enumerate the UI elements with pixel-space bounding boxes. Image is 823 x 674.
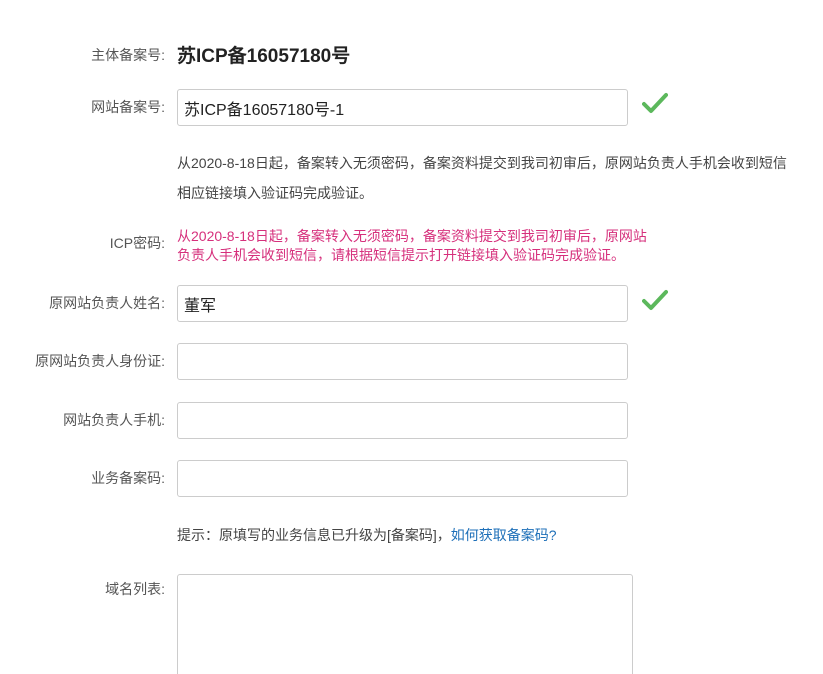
domain-list-textarea[interactable] <box>177 574 633 674</box>
owner-id-label: 原网站负责人身份证: <box>35 353 165 369</box>
check-icon <box>642 290 668 310</box>
owner-id-input[interactable] <box>177 343 628 380</box>
entity-filing-value: 苏ICP备16057180号 <box>177 46 351 67</box>
business-code-hint: 提示：原填写的业务信息已升级为[备案码]，如何获取备案码? <box>177 526 557 544</box>
business-code-hint-text: 提示：原填写的业务信息已升级为[备案码]， <box>177 527 451 543</box>
icp-password-message: 从2020-8-18日起，备案转入无须密码，备案资料提交到我司初审后，原网站 负… <box>177 227 647 265</box>
site-filing-notice-line2: 相应链接填入验证码完成验证。 <box>177 185 373 201</box>
domain-list-label: 域名列表: <box>105 581 165 597</box>
entity-filing-label: 主体备案号: <box>91 47 165 63</box>
site-filing-input[interactable] <box>177 89 628 126</box>
business-code-input[interactable] <box>177 460 628 497</box>
owner-name-input[interactable] <box>177 285 628 322</box>
business-code-label: 业务备案码: <box>91 470 165 486</box>
how-to-get-code-link[interactable]: 如何获取备案码? <box>451 527 557 543</box>
icp-password-label: ICP密码: <box>109 235 165 251</box>
owner-phone-input[interactable] <box>177 402 628 439</box>
site-filing-notice-line1: 从2020-8-18日起，备案转入无须密码，备案资料提交到我司初审后，原网站负责… <box>177 155 787 171</box>
filing-transfer-form: 主体备案号: 苏ICP备16057180号 网站备案号: 从2020-8-18日… <box>0 0 823 674</box>
owner-phone-label: 网站负责人手机: <box>63 412 165 428</box>
owner-name-label: 原网站负责人姓名: <box>49 295 165 311</box>
icp-password-message-line2: 负责人手机会收到短信，请根据短信提示打开链接填入验证码完成验证。 <box>177 247 625 263</box>
check-icon <box>642 93 668 113</box>
site-filing-label: 网站备案号: <box>91 99 165 115</box>
icp-password-message-line1: 从2020-8-18日起，备案转入无须密码，备案资料提交到我司初审后，原网站 <box>177 228 647 244</box>
